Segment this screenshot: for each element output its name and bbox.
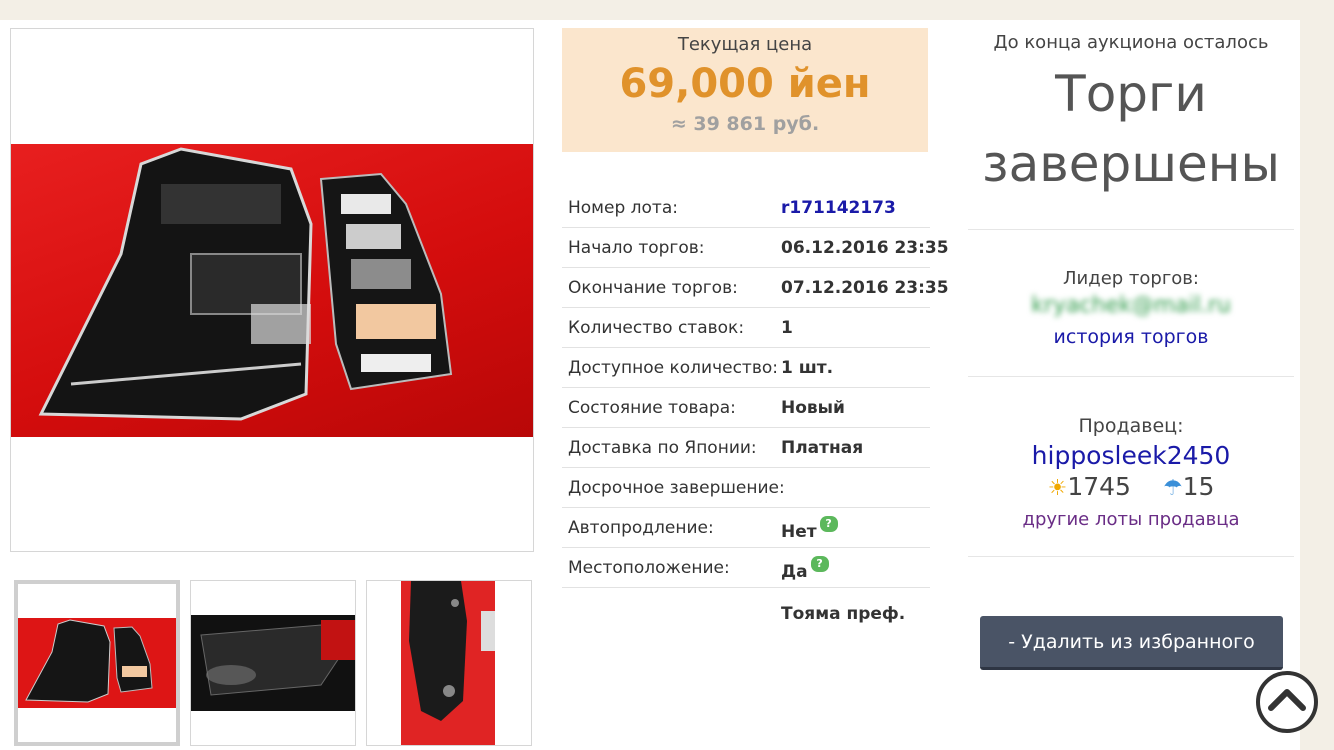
current-price-box: Текущая цена 69,000 йен ≈ 39 861 руб. <box>562 28 928 152</box>
detail-row-quantity: Доступное количество: 1 шт. <box>562 348 930 388</box>
seller-other-lots-link[interactable]: другие лоты продавца <box>968 509 1294 530</box>
bid-history-link[interactable]: история торгов <box>968 326 1294 348</box>
lot-details-table: Номер лота: r171142173 Начало торгов: 06… <box>562 188 949 624</box>
detail-value: 07.12.2016 23:35 <box>781 278 949 298</box>
thumbnail-1[interactable] <box>14 580 180 746</box>
thumbnail-2[interactable] <box>190 580 356 746</box>
detail-key: Досрочное завершение: <box>568 478 785 498</box>
remove-from-favorites-button[interactable]: - Удалить из избранного <box>980 616 1283 670</box>
help-icon[interactable]: ? <box>810 556 829 572</box>
time-left-label: До конца аукциона осталось <box>993 32 1269 53</box>
detail-value: 1 <box>781 318 793 338</box>
divider <box>968 229 1294 230</box>
detail-row-start: Начало торгов: 06.12.2016 23:35 <box>562 228 949 268</box>
detail-row-shipping: Доставка по Японии: Платная <box>562 428 930 468</box>
seller-name-link[interactable]: hipposleek2450 <box>968 441 1294 470</box>
detail-key: Местоположение: <box>568 558 730 578</box>
detail-key: Доставка по Японии: <box>568 438 757 458</box>
location-link[interactable]: Тояма преф. <box>781 604 905 624</box>
detail-key: Номер лота: <box>568 198 678 218</box>
auction-ended-status: Торги завершены <box>968 59 1294 199</box>
negative-rating: 15 <box>1182 472 1215 501</box>
price-in-rub: ≈ 39 861 руб. <box>670 113 820 135</box>
auction-status-line2: завершены <box>982 135 1280 193</box>
detail-value: 1 шт. <box>781 358 834 378</box>
detail-row-location: Местоположение: <box>562 548 930 588</box>
detail-row-end: Окончание торгов: 07.12.2016 23:35 <box>562 268 949 308</box>
detail-value: Платная <box>781 438 864 458</box>
detail-value: Нет <box>781 522 817 542</box>
detail-key: Количество ставок: <box>568 318 745 338</box>
leader-label: Лидер торгов: <box>1063 268 1199 289</box>
divider <box>968 556 1294 557</box>
early-end-value: Нет? <box>781 516 838 542</box>
seller-ratings: ☀1745 ☂15 <box>968 472 1294 501</box>
current-price-label: Текущая цена <box>677 34 813 55</box>
detail-value: Новый <box>781 398 845 418</box>
detail-row-condition: Состояние товара: Новый <box>562 388 930 428</box>
page: Текущая цена 69,000 йен ≈ 39 861 руб. Но… <box>0 20 1300 750</box>
auto-extend-value: Да? <box>781 556 829 582</box>
detail-row-bids: Количество ставок: 1 <box>562 308 930 348</box>
auction-status-panel: До конца аукциона осталось Торги заверше… <box>968 20 1294 557</box>
detail-key: Окончание торгов: <box>568 278 738 298</box>
detail-key: Начало торгов: <box>568 238 705 258</box>
divider <box>968 376 1294 377</box>
detail-value: 06.12.2016 23:35 <box>781 238 949 258</box>
detail-row-auto-extend: Автопродление: <box>562 508 930 548</box>
detail-key: Доступное количество: <box>568 358 778 378</box>
detail-row-lot-number: Номер лота: r171142173 <box>562 188 930 228</box>
detail-value: Да <box>781 562 808 582</box>
sun-icon: ☀ <box>1047 476 1068 501</box>
detail-key: Состояние товара: <box>568 398 736 418</box>
product-photo <box>11 144 533 437</box>
positive-rating: 1745 <box>1067 472 1131 501</box>
current-price-value: 69,000 йен <box>619 61 871 107</box>
detail-row-early-end: Досрочное завершение: <box>562 468 930 508</box>
lot-number-link[interactable]: r171142173 <box>781 198 896 218</box>
leader-name: kryachek@mail.ru <box>1031 293 1231 318</box>
thumbnail-3[interactable] <box>366 580 532 746</box>
detail-key: Автопродление: <box>568 518 714 538</box>
auction-status-line1: Торги <box>1055 65 1207 123</box>
umbrella-icon: ☂ <box>1162 476 1183 501</box>
seller-label: Продавец: <box>1078 415 1184 437</box>
scroll-to-top-icon[interactable] <box>1255 670 1319 734</box>
main-product-image[interactable] <box>10 28 534 552</box>
help-icon[interactable]: ? <box>819 516 838 532</box>
